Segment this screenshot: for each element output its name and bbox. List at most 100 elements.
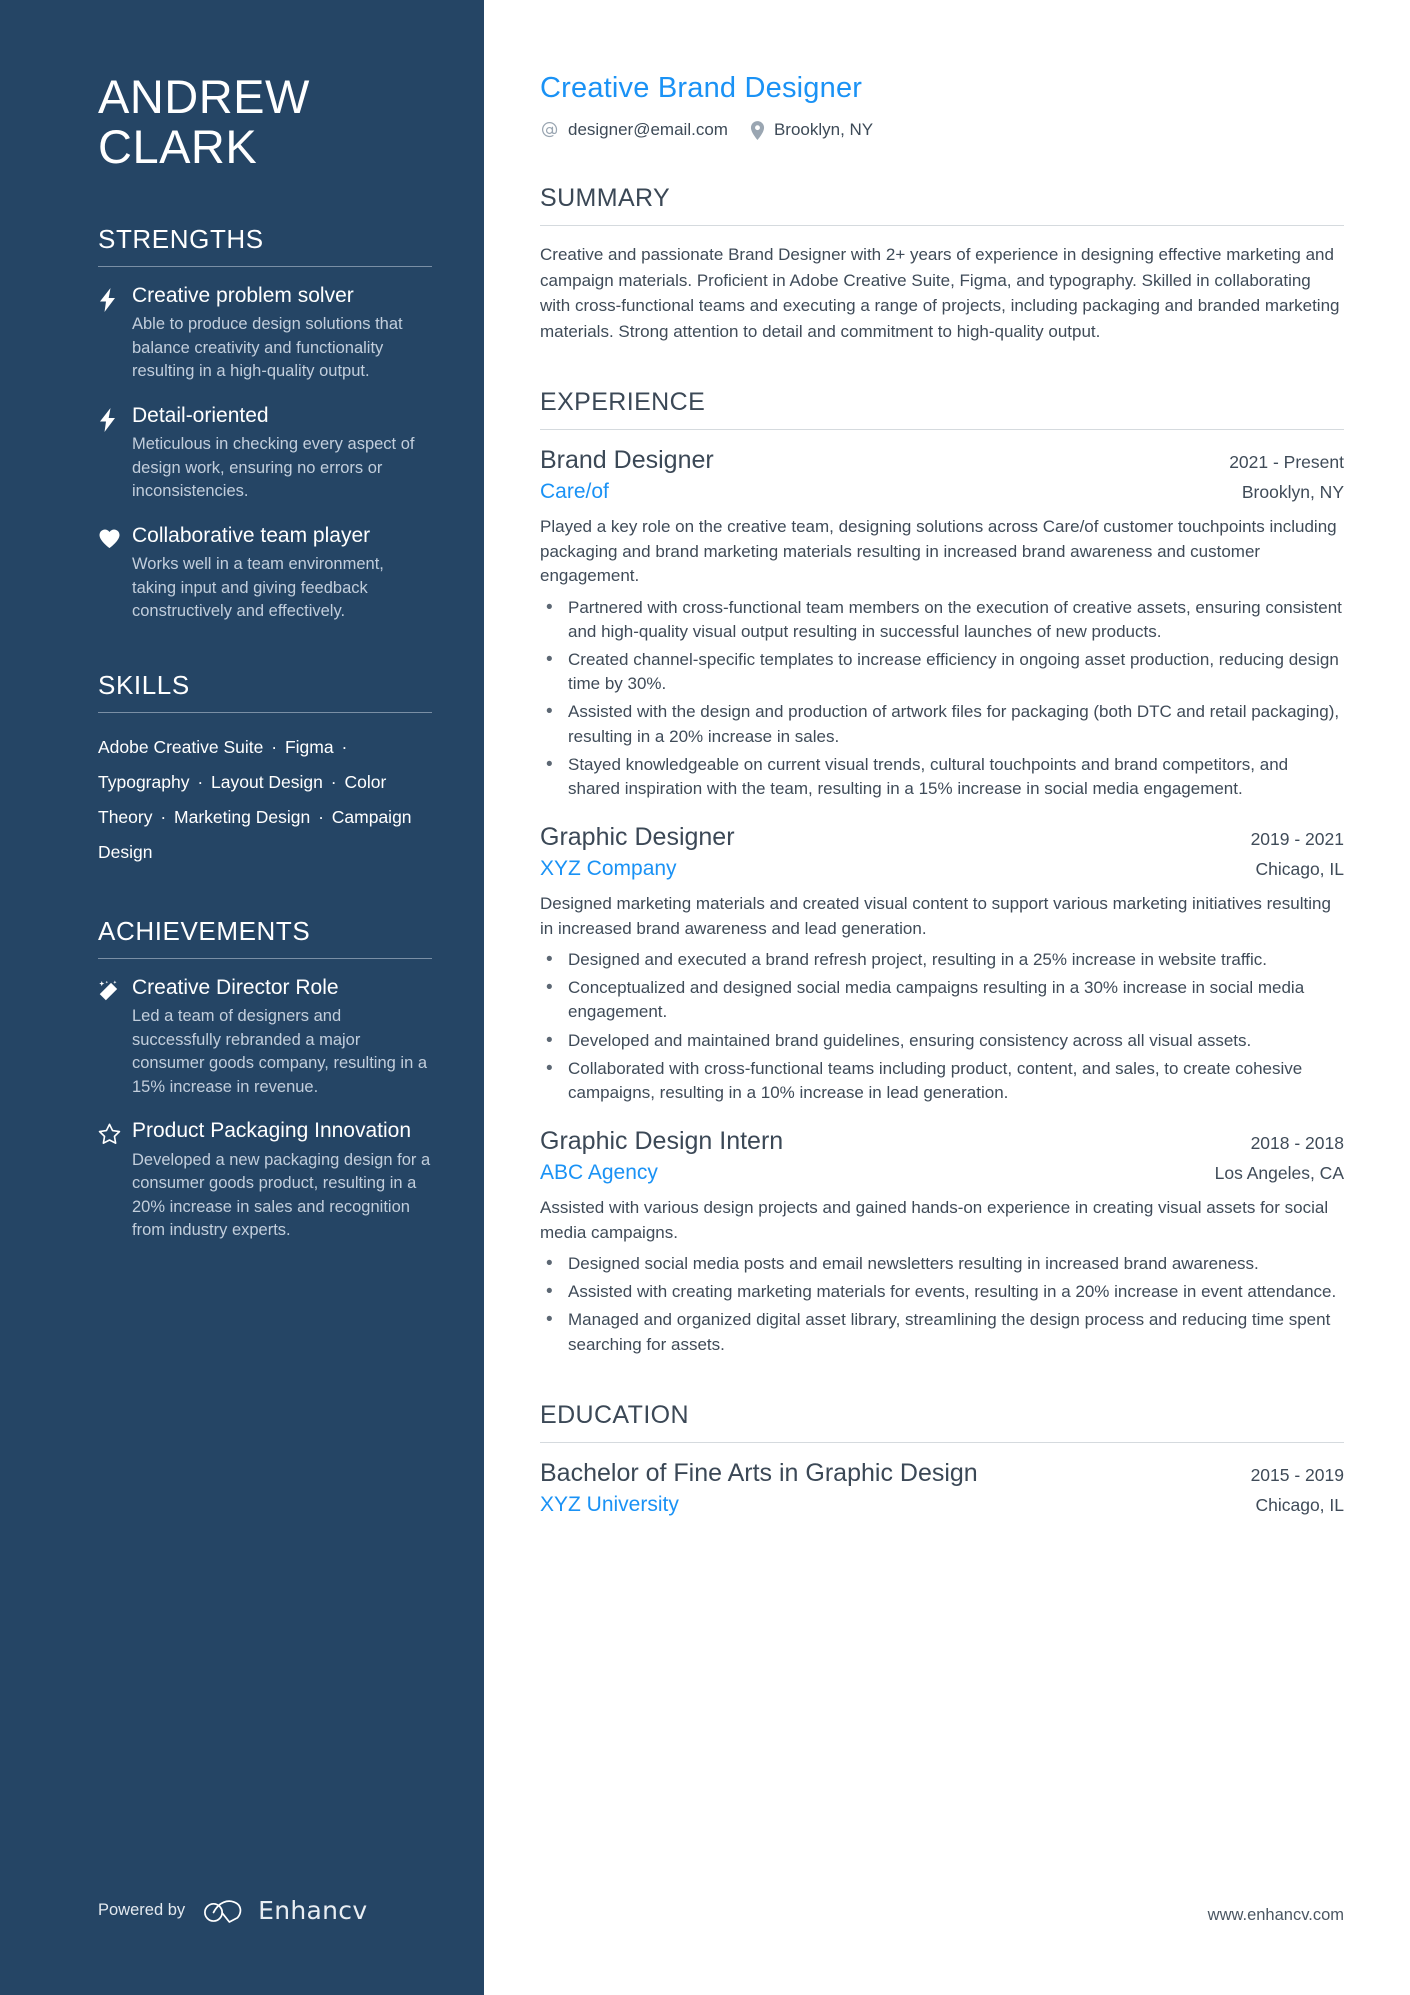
entry-role: Graphic Designer bbox=[540, 822, 735, 851]
achievement-title: Product Packaging Innovation bbox=[132, 1119, 412, 1143]
entry-location: Chicago, IL bbox=[1255, 858, 1344, 879]
entry-subheader: XYZ Company Chicago, IL bbox=[540, 857, 1344, 881]
lightning-icon bbox=[98, 284, 132, 384]
star-icon bbox=[98, 1119, 132, 1242]
achievement-item: Creative Director Role Led a team of des… bbox=[98, 976, 432, 1099]
entry-bullet: Conceptualized and designed social media… bbox=[540, 975, 1344, 1024]
education-divider bbox=[540, 1441, 1344, 1443]
entry-bullet: Designed and executed a brand refresh pr… bbox=[540, 947, 1344, 974]
contact-email-value: designer@email.com bbox=[568, 120, 728, 139]
candidate-name: ANDREW CLARK bbox=[98, 72, 432, 172]
entry-bullet-list: Partnered with cross-functional team mem… bbox=[540, 595, 1344, 801]
entry-organization[interactable]: ABC Agency bbox=[540, 1161, 658, 1185]
achievements-section: ACHIEVEMENTS Creative Director Role Led … bbox=[98, 916, 432, 1243]
skill-separator: · bbox=[336, 736, 348, 757]
entry-organization[interactable]: XYZ Company bbox=[540, 857, 677, 881]
entry-bullet: Managed and organized digital asset libr… bbox=[540, 1307, 1344, 1356]
education-heading: EDUCATION bbox=[540, 1400, 689, 1429]
experience-heading: EXPERIENCE bbox=[540, 388, 706, 416]
skill-tag: Figma bbox=[284, 736, 334, 757]
entry-organization[interactable]: Care/of bbox=[540, 480, 609, 504]
name-line-2: CLARK bbox=[98, 119, 258, 173]
entry-date: 2021 - Present bbox=[1229, 452, 1344, 472]
entry-bullet: Assisted with the design and production … bbox=[540, 699, 1344, 748]
skill-separator: · bbox=[155, 806, 172, 827]
entry-header: Graphic Designer 2019 - 2021 bbox=[540, 823, 1344, 852]
entry-header: Bachelor of Fine Arts in Graphic Design 2… bbox=[540, 1459, 1344, 1488]
skills-heading: SKILLS bbox=[98, 669, 190, 700]
lightning-icon bbox=[98, 404, 132, 504]
magic-wand-icon bbox=[98, 976, 132, 1099]
achievements-divider bbox=[98, 957, 432, 959]
contact-location: Brooklyn, NY bbox=[750, 120, 873, 140]
entry: Graphic Design Intern 2018 - 2018 ABC Agen… bbox=[540, 1127, 1344, 1357]
enhancv-logo: Enhancv bbox=[203, 1896, 367, 1925]
enhancv-mark-icon bbox=[204, 1899, 242, 1923]
entry-description: Designed marketing materials and created… bbox=[540, 893, 1331, 938]
achievement-item: Product Packaging Innovation Developed a… bbox=[98, 1119, 432, 1242]
contact-row: designer@email.com Brooklyn, NY bbox=[540, 120, 1344, 140]
entry-bullet: Partnered with cross-functional team mem… bbox=[540, 595, 1344, 644]
entry-subheader: XYZ University Chicago, IL bbox=[540, 1493, 1344, 1517]
entry-subheader: Care/of Brooklyn, NY bbox=[540, 480, 1344, 504]
map-pin-icon bbox=[750, 120, 765, 140]
name-line-1: ANDREW bbox=[98, 70, 310, 123]
entry-date: 2018 - 2018 bbox=[1250, 1132, 1344, 1153]
skill-tag: Adobe Creative Suite bbox=[98, 736, 264, 757]
education-list: Bachelor of Fine Arts in Graphic Design 2… bbox=[540, 1459, 1344, 1517]
entry-bullet: Created channel-specific templates to in… bbox=[540, 647, 1344, 696]
entry-organization[interactable]: XYZ University bbox=[540, 1493, 679, 1517]
strength-title: Detail-oriented bbox=[132, 403, 269, 427]
strength-title: Collaborative team player bbox=[132, 523, 371, 547]
achievements-heading: ACHIEVEMENTS bbox=[98, 915, 311, 946]
strength-description: Able to produce design solutions that ba… bbox=[132, 315, 403, 381]
experience-section: EXPERIENCE Brand Designer 2021 - Present C… bbox=[540, 388, 1344, 1357]
strengths-section: STRENGTHS Creative problem solver Able t… bbox=[98, 224, 432, 624]
powered-by-label: Powered by bbox=[98, 1901, 186, 1919]
entry-subheader: ABC Agency Los Angeles, CA bbox=[540, 1161, 1344, 1185]
entry-bullet: Stayed knowledgeable on current visual t… bbox=[540, 752, 1344, 801]
skills-section: SKILLS Adobe Creative Suite · Figma · Ty… bbox=[98, 670, 432, 870]
summary-text: Creative and passionate Brand Designer w… bbox=[540, 245, 1340, 341]
entry-date: 2019 - 2021 bbox=[1250, 828, 1344, 849]
sidebar: ANDREW CLARK STRENGTHS Creative problem … bbox=[0, 0, 484, 1995]
experience-list: Brand Designer 2021 - Present Care/of Brook… bbox=[540, 446, 1344, 1357]
strength-item: Creative problem solver Able to produce … bbox=[98, 284, 432, 384]
summary-section: SUMMARY Creative and passionate Brand De… bbox=[540, 184, 1344, 344]
skill-tag: Typography bbox=[98, 771, 190, 792]
strength-item: Collaborative team player Works well in … bbox=[98, 524, 432, 624]
summary-divider bbox=[540, 225, 1344, 226]
entry-role: Brand Designer bbox=[540, 446, 714, 474]
entry-location: Los Angeles, CA bbox=[1214, 1162, 1344, 1183]
entry-bullet: Collaborated with cross-functional teams… bbox=[540, 1056, 1344, 1105]
entry-location: Chicago, IL bbox=[1255, 1494, 1344, 1515]
entry-bullet: Developed and maintained brand guideline… bbox=[540, 1028, 1344, 1055]
page-title: Creative Brand Designer bbox=[540, 72, 863, 104]
skill-separator: · bbox=[313, 806, 329, 827]
achievement-title: Creative Director Role bbox=[132, 975, 339, 999]
entry-role: Graphic Design Intern bbox=[540, 1126, 784, 1155]
entry-role: Bachelor of Fine Arts in Graphic Design bbox=[540, 1458, 978, 1487]
contact-email[interactable]: designer@email.com bbox=[540, 120, 728, 140]
entry: Graphic Designer 2019 - 2021 XYZ Company Ch… bbox=[540, 823, 1344, 1105]
entry-location: Brooklyn, NY bbox=[1241, 482, 1344, 502]
entry-header: Graphic Design Intern 2018 - 2018 bbox=[540, 1127, 1344, 1156]
skills-list: Adobe Creative Suite · Figma · Typograph… bbox=[98, 730, 432, 870]
entry-bullet-list: Designed social media posts and email ne… bbox=[540, 1251, 1344, 1357]
skill-tag: Marketing Design bbox=[174, 806, 311, 827]
powered-by-footer: Powered by Enhancv bbox=[98, 1896, 367, 1925]
entry-description: Assisted with various design projects an… bbox=[540, 1197, 1329, 1242]
website-footer: www.enhancv.com bbox=[1207, 1906, 1344, 1924]
skill-separator: · bbox=[325, 771, 342, 792]
entry-bullet: Assisted with creating marketing materia… bbox=[540, 1279, 1344, 1306]
strength-description: Works well in a team environment, taking… bbox=[132, 555, 384, 621]
entry-bullet: Designed social media posts and email ne… bbox=[540, 1251, 1344, 1278]
achievement-description: Led a team of designers and successfully… bbox=[132, 1007, 428, 1096]
entry: Bachelor of Fine Arts in Graphic Design 2… bbox=[540, 1459, 1344, 1517]
entry-date: 2015 - 2019 bbox=[1250, 1464, 1344, 1485]
strength-title: Creative problem solver bbox=[132, 283, 354, 307]
main-content: Creative Brand Designer designer@email.c… bbox=[484, 0, 1410, 1995]
skill-tag: Layout Design bbox=[211, 771, 323, 792]
achievement-description: Developed a new packaging design for a c… bbox=[132, 1150, 431, 1240]
strengths-divider bbox=[98, 265, 432, 267]
